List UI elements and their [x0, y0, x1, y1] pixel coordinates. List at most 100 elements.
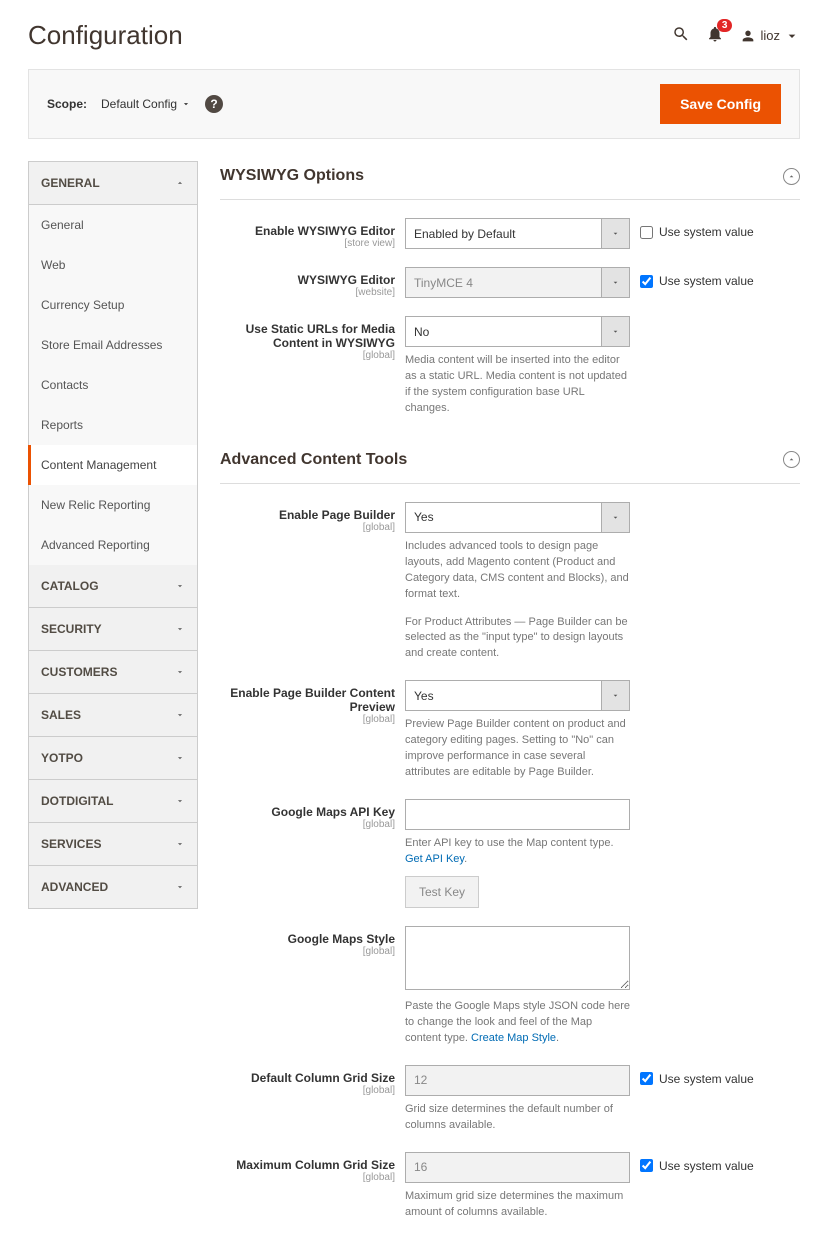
field-note: For Product Attributes — Page Builder ca…: [405, 615, 630, 663]
def_grid-input: [405, 1065, 630, 1096]
sidebar-group-catalog[interactable]: CATALOG: [29, 565, 197, 608]
page-header: Configuration 3 lioz: [28, 20, 800, 51]
sidebar-item-web[interactable]: Web: [29, 245, 197, 285]
enable_pb-select[interactable]: Yes: [405, 502, 630, 533]
note-link[interactable]: Get API Key: [405, 853, 464, 865]
page-title: Configuration: [28, 20, 183, 51]
sidebar-item-general[interactable]: General: [29, 205, 197, 245]
collapse-icon[interactable]: [783, 168, 800, 185]
test-key-button[interactable]: Test Key: [405, 876, 479, 908]
field-scope: [global]: [220, 1172, 395, 1183]
user-name: lioz: [760, 28, 780, 43]
field-note: Maximum grid size determines the maximum…: [405, 1189, 630, 1221]
chevron-down-icon: [175, 753, 185, 763]
field-note: Enter API key to use the Map content typ…: [405, 836, 630, 868]
sidebar-item-store-email-addresses[interactable]: Store Email Addresses: [29, 325, 197, 365]
search-icon[interactable]: [672, 25, 690, 46]
sidebar-group-sales[interactable]: SALES: [29, 694, 197, 737]
field-gmaps_key: Google Maps API Key[global]Enter API key…: [220, 799, 800, 908]
field-scope: [global]: [220, 350, 395, 361]
help-icon[interactable]: ?: [205, 95, 223, 113]
chevron-up-icon: [175, 178, 185, 188]
chevron-down-icon: [181, 99, 191, 109]
sidebar-group-general[interactable]: GENERAL: [29, 162, 197, 205]
chevron-down-icon: [175, 667, 185, 677]
dropdown-arrow-icon: [601, 503, 629, 532]
dropdown-arrow-icon: [601, 268, 629, 297]
field-label: WYSIWYG Editor: [220, 273, 395, 287]
enable_wysiwyg-select[interactable]: Enabled by Default: [405, 218, 630, 249]
field-scope: [store view]: [220, 238, 395, 249]
dropdown-arrow-icon: [601, 219, 629, 248]
field-scope: [global]: [220, 714, 395, 725]
main-content: WYSIWYG Options Enable WYSIWYG Editor[sto…: [220, 161, 800, 1239]
field-max_grid: Maximum Column Grid Size[global] Maximum …: [220, 1152, 800, 1221]
field-gmaps_style: Google Maps Style[global]Paste the Googl…: [220, 926, 800, 1047]
sidebar-group-services[interactable]: SERVICES: [29, 823, 197, 866]
sidebar-group-security[interactable]: SECURITY: [29, 608, 197, 651]
section-title: WYSIWYG Options: [220, 167, 364, 185]
field-note: Preview Page Builder content on product …: [405, 717, 630, 781]
dropdown-arrow-icon: [601, 317, 629, 346]
sidebar-group-yotpo[interactable]: YOTPO: [29, 737, 197, 780]
chevron-down-icon: [175, 796, 185, 806]
section-title: Advanced Content Tools: [220, 451, 407, 469]
field-def_grid: Default Column Grid Size[global] Grid siz…: [220, 1065, 800, 1134]
sidebar-group-customers[interactable]: CUSTOMERS: [29, 651, 197, 694]
bell-icon: [706, 31, 724, 46]
user-menu[interactable]: lioz: [740, 28, 800, 44]
field-label: Use Static URLs for Media Content in WYS…: [220, 322, 395, 350]
use-system-label: Use system value: [659, 1159, 754, 1173]
wysiwyg_editor-select: TinyMCE 4: [405, 267, 630, 298]
gmaps_key-input[interactable]: [405, 799, 630, 830]
field-label: Default Column Grid Size: [220, 1071, 395, 1085]
sidebar: GENERALGeneralWebCurrency SetupStore Ema…: [28, 161, 198, 909]
field-label: Enable WYSIWYG Editor: [220, 224, 395, 238]
field-label: Google Maps Style: [220, 932, 395, 946]
notification-badge: 3: [717, 19, 733, 32]
note-link[interactable]: Create Map Style: [471, 1032, 556, 1044]
field-static_urls: Use Static URLs for Media Content in WYS…: [220, 316, 800, 417]
field-label: Google Maps API Key: [220, 805, 395, 819]
dropdown-arrow-icon: [601, 681, 629, 710]
sidebar-item-advanced-reporting[interactable]: Advanced Reporting: [29, 525, 197, 565]
field-pb_preview: Enable Page Builder Content Preview[glob…: [220, 680, 800, 781]
scope-label: Scope:: [47, 97, 87, 111]
sidebar-item-contacts[interactable]: Contacts: [29, 365, 197, 405]
sidebar-item-content-management[interactable]: Content Management: [28, 445, 197, 485]
field-label: Enable Page Builder: [220, 508, 395, 522]
enable_wysiwyg-use-system-checkbox[interactable]: [640, 226, 653, 239]
def_grid-use-system-checkbox[interactable]: [640, 1072, 653, 1085]
scope-selector[interactable]: Default Config: [101, 97, 191, 111]
gmaps_style-textarea[interactable]: [405, 926, 630, 990]
field-scope: [website]: [220, 287, 395, 298]
field-note: Media content will be inserted into the …: [405, 353, 630, 417]
chevron-down-icon: [175, 581, 185, 591]
use-system-label: Use system value: [659, 1072, 754, 1086]
save-config-button[interactable]: Save Config: [660, 84, 781, 124]
use-system-label: Use system value: [659, 225, 754, 239]
sidebar-group-advanced[interactable]: ADVANCED: [29, 866, 197, 908]
static_urls-select[interactable]: No: [405, 316, 630, 347]
scope-bar: Scope: Default Config ? Save Config: [28, 69, 800, 139]
field-note: Includes advanced tools to design page l…: [405, 539, 630, 603]
field-label: Maximum Column Grid Size: [220, 1158, 395, 1172]
sidebar-item-currency-setup[interactable]: Currency Setup: [29, 285, 197, 325]
max_grid-use-system-checkbox[interactable]: [640, 1159, 653, 1172]
field-scope: [global]: [220, 1085, 395, 1096]
chevron-down-icon: [175, 624, 185, 634]
sidebar-group-dotdigital[interactable]: DOTDIGITAL: [29, 780, 197, 823]
chevron-down-icon: [175, 882, 185, 892]
field-note: Grid size determines the default number …: [405, 1102, 630, 1134]
chevron-down-icon: [175, 710, 185, 720]
notifications-button[interactable]: 3: [706, 25, 724, 46]
pb_preview-select[interactable]: Yes: [405, 680, 630, 711]
max_grid-input: [405, 1152, 630, 1183]
use-system-label: Use system value: [659, 274, 754, 288]
chevron-down-icon: [175, 839, 185, 849]
collapse-icon[interactable]: [783, 451, 800, 468]
wysiwyg_editor-use-system-checkbox[interactable]: [640, 275, 653, 288]
field-label: Enable Page Builder Content Preview: [220, 686, 395, 714]
sidebar-item-new-relic-reporting[interactable]: New Relic Reporting: [29, 485, 197, 525]
sidebar-item-reports[interactable]: Reports: [29, 405, 197, 445]
